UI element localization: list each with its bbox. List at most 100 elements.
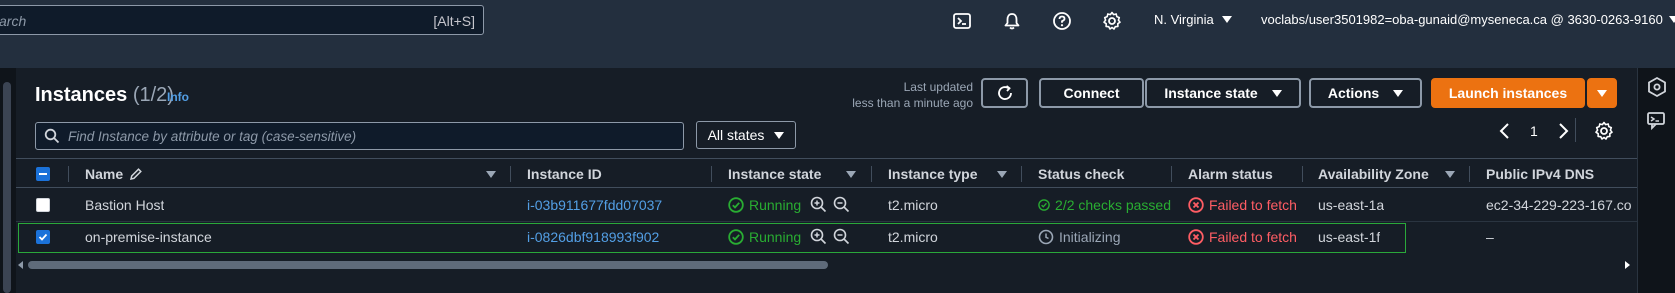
- column-header-name[interactable]: Name: [85, 166, 143, 182]
- cell-instance-type: t2.micro: [888, 229, 938, 245]
- row-checkbox[interactable]: [36, 230, 50, 244]
- column-separator: [1021, 166, 1022, 182]
- scrollbar-thumb[interactable]: [3, 82, 11, 293]
- column-header-alarm-status[interactable]: Alarm status: [1188, 166, 1273, 182]
- cell-alarm-status[interactable]: Failed to fetch: [1188, 197, 1302, 213]
- cell-status-check[interactable]: 2/2 checks passed: [1038, 197, 1171, 213]
- column-label: Name: [85, 166, 124, 182]
- cell-instance-state: Running: [728, 197, 801, 213]
- last-updated-label: Last updated: [903, 80, 973, 94]
- feedback-icon[interactable]: [1646, 110, 1668, 132]
- search-input[interactable]: arch [Alt+S]: [0, 5, 484, 35]
- title-text: Instances: [35, 84, 128, 106]
- cloudshell-icon[interactable]: [951, 10, 973, 32]
- cell-status-check: Initializing: [1038, 229, 1171, 245]
- state-label: Running: [749, 229, 802, 245]
- sort-icon[interactable]: [1445, 171, 1455, 178]
- column-header-instance-id[interactable]: Instance ID: [527, 166, 602, 182]
- top-navigation-bar: arch [Alt+S] N. Virginia voclabs/user350…: [0, 0, 1675, 68]
- indeterminate-mark: [39, 173, 47, 175]
- hexagon-info-icon[interactable]: [1646, 76, 1668, 98]
- account-label: voclabs/user3501982=oba-gunaid@myseneca.…: [1261, 12, 1663, 27]
- cell-alarm-status[interactable]: Failed to fetch: [1188, 229, 1302, 245]
- column-label: Instance ID: [527, 166, 602, 182]
- zoom-in-icon[interactable]: [810, 228, 827, 245]
- cell-name: Bastion Host: [85, 197, 165, 213]
- chevron-down-icon: [1393, 89, 1404, 97]
- clock-icon: [1038, 229, 1054, 245]
- table-row[interactable]: Bastion Host i-03b911677fdd07037 Running…: [16, 189, 1637, 222]
- column-separator: [68, 166, 69, 182]
- sort-icon[interactable]: [997, 171, 1007, 178]
- check-circle-icon: [728, 229, 744, 245]
- left-scrollbar[interactable]: [0, 68, 16, 293]
- notifications-icon[interactable]: [1001, 10, 1023, 32]
- preferences-gear-icon[interactable]: [1594, 121, 1614, 141]
- column-separator: [1469, 166, 1470, 182]
- page-title: Instances (1/2): [35, 84, 174, 107]
- column-header-instance-state[interactable]: Instance state: [728, 166, 821, 182]
- connect-label: Connect: [1063, 85, 1120, 101]
- zoom-in-icon[interactable]: [810, 196, 827, 213]
- column-header-public-dns[interactable]: Public IPv4 DNS: [1486, 166, 1594, 182]
- help-icon[interactable]: [1051, 10, 1073, 32]
- scrollbar-thumb[interactable]: [28, 261, 828, 269]
- actions-dropdown[interactable]: Actions: [1309, 78, 1422, 108]
- settings-icon[interactable]: [1101, 10, 1123, 32]
- table-row[interactable]: on-premise-instance i-0826dbf918993f902 …: [16, 221, 1637, 254]
- refresh-button[interactable]: [981, 78, 1028, 108]
- check-circle-icon: [728, 197, 744, 213]
- column-header-availability-zone[interactable]: Availability Zone: [1318, 166, 1429, 182]
- region-selector[interactable]: N. Virginia: [1154, 12, 1232, 27]
- region-label: N. Virginia: [1154, 12, 1214, 27]
- actions-label: Actions: [1327, 85, 1380, 101]
- status-check-label: 2/2 checks passed: [1055, 197, 1171, 213]
- page-number[interactable]: 1: [1530, 123, 1538, 139]
- cell-name: on-premise-instance: [85, 229, 212, 245]
- filter-placeholder: Find Instance by attribute or tag (case-…: [68, 129, 357, 144]
- right-utility-rail: [1637, 68, 1675, 293]
- cell-instance-type: t2.micro: [888, 197, 938, 213]
- last-updated-text: Last updated less than a minute ago: [830, 79, 973, 111]
- instance-state-label: Instance state: [1164, 85, 1258, 101]
- column-label: Instance state: [728, 166, 822, 182]
- column-label: Alarm status: [1188, 166, 1273, 182]
- pencil-icon: [130, 168, 143, 181]
- row-checkbox[interactable]: [36, 198, 50, 212]
- states-label: All states: [707, 127, 765, 143]
- prev-page-icon[interactable]: [1498, 122, 1512, 140]
- next-page-icon[interactable]: [1556, 122, 1570, 140]
- launch-instances-button[interactable]: Launch instances: [1431, 78, 1585, 108]
- states-filter-dropdown[interactable]: All states: [696, 121, 796, 149]
- account-menu[interactable]: voclabs/user3501982=oba-gunaid@myseneca.…: [1261, 12, 1675, 27]
- search-icon: [44, 128, 60, 144]
- alarm-label: Failed to fetch: [1209, 197, 1297, 213]
- zoom-out-icon[interactable]: [833, 196, 850, 213]
- column-header-instance-type[interactable]: Instance type: [888, 166, 977, 182]
- connect-button[interactable]: Connect: [1039, 78, 1144, 108]
- zoom-out-icon[interactable]: [833, 228, 850, 245]
- scroll-right-icon[interactable]: [1625, 261, 1630, 269]
- sort-icon[interactable]: [846, 171, 856, 178]
- refresh-icon: [997, 85, 1012, 100]
- cell-instance-id-link[interactable]: i-03b911677fdd07037: [527, 197, 662, 213]
- error-circle-icon: [1188, 229, 1204, 245]
- select-all-checkbox[interactable]: [36, 167, 50, 181]
- table-header: Name Instance ID Instance state Instance…: [16, 158, 1637, 188]
- cell-instance-id-link[interactable]: i-0826dbf918993f902: [527, 229, 659, 245]
- info-link[interactable]: Info: [167, 90, 189, 104]
- error-circle-icon: [1188, 197, 1204, 213]
- column-label: Instance type: [888, 166, 978, 182]
- cell-public-dns: –: [1486, 229, 1494, 245]
- instance-filter-input[interactable]: Find Instance by attribute or tag (case-…: [35, 122, 684, 150]
- scroll-left-icon[interactable]: [18, 261, 23, 269]
- column-label: Status check: [1038, 166, 1125, 182]
- column-header-status-check[interactable]: Status check: [1038, 166, 1124, 182]
- instance-state-dropdown[interactable]: Instance state: [1145, 78, 1301, 108]
- chevron-down-icon: [1597, 89, 1607, 97]
- search-shortcut: [Alt+S]: [433, 13, 475, 29]
- horizontal-scrollbar[interactable]: [16, 258, 1637, 272]
- launch-options-dropdown[interactable]: [1587, 78, 1617, 108]
- cell-availability-zone: us-east-1a: [1318, 197, 1385, 213]
- sort-icon[interactable]: [486, 171, 496, 178]
